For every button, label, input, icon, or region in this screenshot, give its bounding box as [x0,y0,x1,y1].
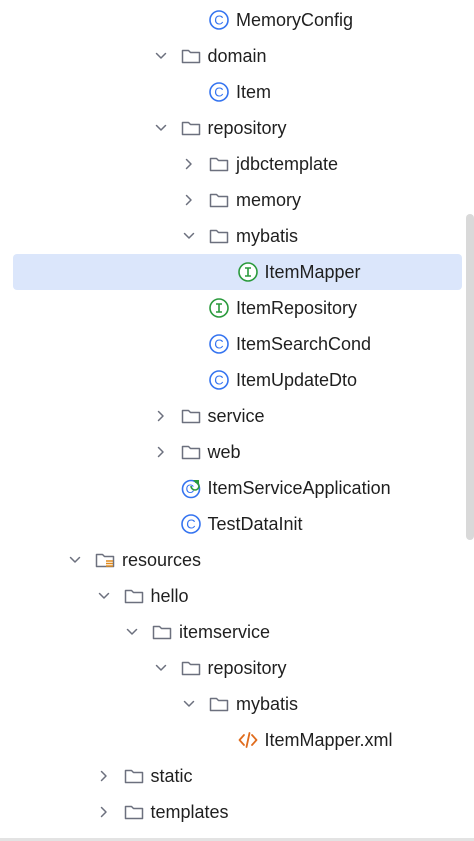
folder-icon [123,585,145,607]
tree-item-label: web [207,442,241,462]
svg-text:C: C [214,337,223,352]
tree-row[interactable]: itemservice [0,614,474,650]
chevron-right-icon[interactable] [182,157,196,171]
svg-text:C: C [214,13,223,28]
tree-row[interactable]: jdbctemplate [0,146,474,182]
tree-item-label: service [207,406,265,426]
folder-icon [123,765,145,787]
svg-text:C: C [214,373,223,388]
tree-item-label: jdbctemplate [236,154,339,174]
tree-item-label: ItemUpdateDto [236,370,358,390]
spring-boot-class-icon: C [180,477,202,499]
chevron-right-icon[interactable] [182,193,196,207]
chevron-right-icon[interactable] [154,445,168,459]
folder-icon [180,117,202,139]
tree-row[interactable]: mybatis [0,218,474,254]
class-icon: C [180,513,202,535]
chevron-down-icon[interactable] [182,697,196,711]
svg-text:C: C [214,85,223,100]
tree-item-label: mybatis [236,694,299,714]
folder-icon [180,657,202,679]
tree-row[interactable]: ItemMapper [0,254,474,290]
folder-icon [208,225,230,247]
tree-row[interactable]: static [0,758,474,794]
tree-row[interactable]: mybatis [0,686,474,722]
tree-item-label: ItemServiceApplication [207,478,391,498]
tree-item-label: ItemRepository [236,298,358,318]
tree-item-label: MemoryConfig [236,10,354,30]
class-icon: C [208,369,230,391]
xml-file-icon [237,729,259,751]
tree-item-label: static [150,766,193,786]
tree-item-label: templates [150,802,229,822]
vertical-scrollbar[interactable] [466,214,474,540]
chevron-down-icon[interactable] [125,625,139,639]
folder-icon [180,45,202,67]
tree-row[interactable]: memory [0,182,474,218]
interface-icon [208,297,230,319]
tree-row[interactable]: ItemMapper.xml [0,722,474,758]
svg-text:C: C [186,517,195,532]
tree-item-label: ItemMapper [264,262,361,282]
tree-row[interactable]: C MemoryConfig [0,2,474,38]
class-icon: C [208,9,230,31]
chevron-right-icon[interactable] [154,409,168,423]
chevron-right-icon[interactable] [97,805,111,819]
tree-row[interactable]: service [0,398,474,434]
tree-item-label: TestDataInit [207,514,303,534]
tree-item-label: repository [207,658,287,678]
tree-row[interactable]: C ItemServiceApplication [0,470,474,506]
tree-item-label: hello [150,586,189,606]
chevron-down-icon[interactable] [182,229,196,243]
tree-item-label: repository [207,118,287,138]
tree-row[interactable]: C TestDataInit [0,506,474,542]
class-icon: C [208,333,230,355]
chevron-down-icon[interactable] [154,661,168,675]
chevron-down-icon[interactable] [68,553,82,567]
interface-icon [237,261,259,283]
tree-item-label: itemservice [179,622,271,642]
tree-row[interactable]: C ItemSearchCond [0,326,474,362]
tree-row[interactable]: C Item [0,74,474,110]
folder-icon [151,621,173,643]
folder-icon [208,189,230,211]
tree-item-label: ItemSearchCond [236,334,372,354]
resources-folder-icon [94,549,116,571]
project-tree: C MemoryConfig domain C Item repository jdbcte… [0,0,474,841]
tree-item-label: Item [236,82,272,102]
tree-row[interactable]: repository [0,650,474,686]
tree-row[interactable]: web [0,434,474,470]
tree-item-label: domain [207,46,267,66]
tree-item-label: resources [122,550,202,570]
tree-item-label: memory [236,190,302,210]
tree-row[interactable]: ItemRepository [0,290,474,326]
tree-item-label: mybatis [236,226,299,246]
tree-row[interactable]: hello [0,578,474,614]
tree-row[interactable]: templates [0,794,474,830]
chevron-right-icon[interactable] [97,769,111,783]
tree-row[interactable]: resources [0,542,474,578]
tree-item-label: ItemMapper.xml [264,730,393,750]
chevron-down-icon[interactable] [154,121,168,135]
class-icon: C [208,81,230,103]
tree-row[interactable]: repository [0,110,474,146]
chevron-down-icon[interactable] [154,49,168,63]
folder-icon [123,801,145,823]
folder-icon [208,153,230,175]
tree-row[interactable]: C ItemUpdateDto [0,362,474,398]
tree-row[interactable]: domain [0,38,474,74]
chevron-down-icon[interactable] [97,589,111,603]
folder-icon [180,405,202,427]
folder-icon [180,441,202,463]
folder-icon [208,693,230,715]
